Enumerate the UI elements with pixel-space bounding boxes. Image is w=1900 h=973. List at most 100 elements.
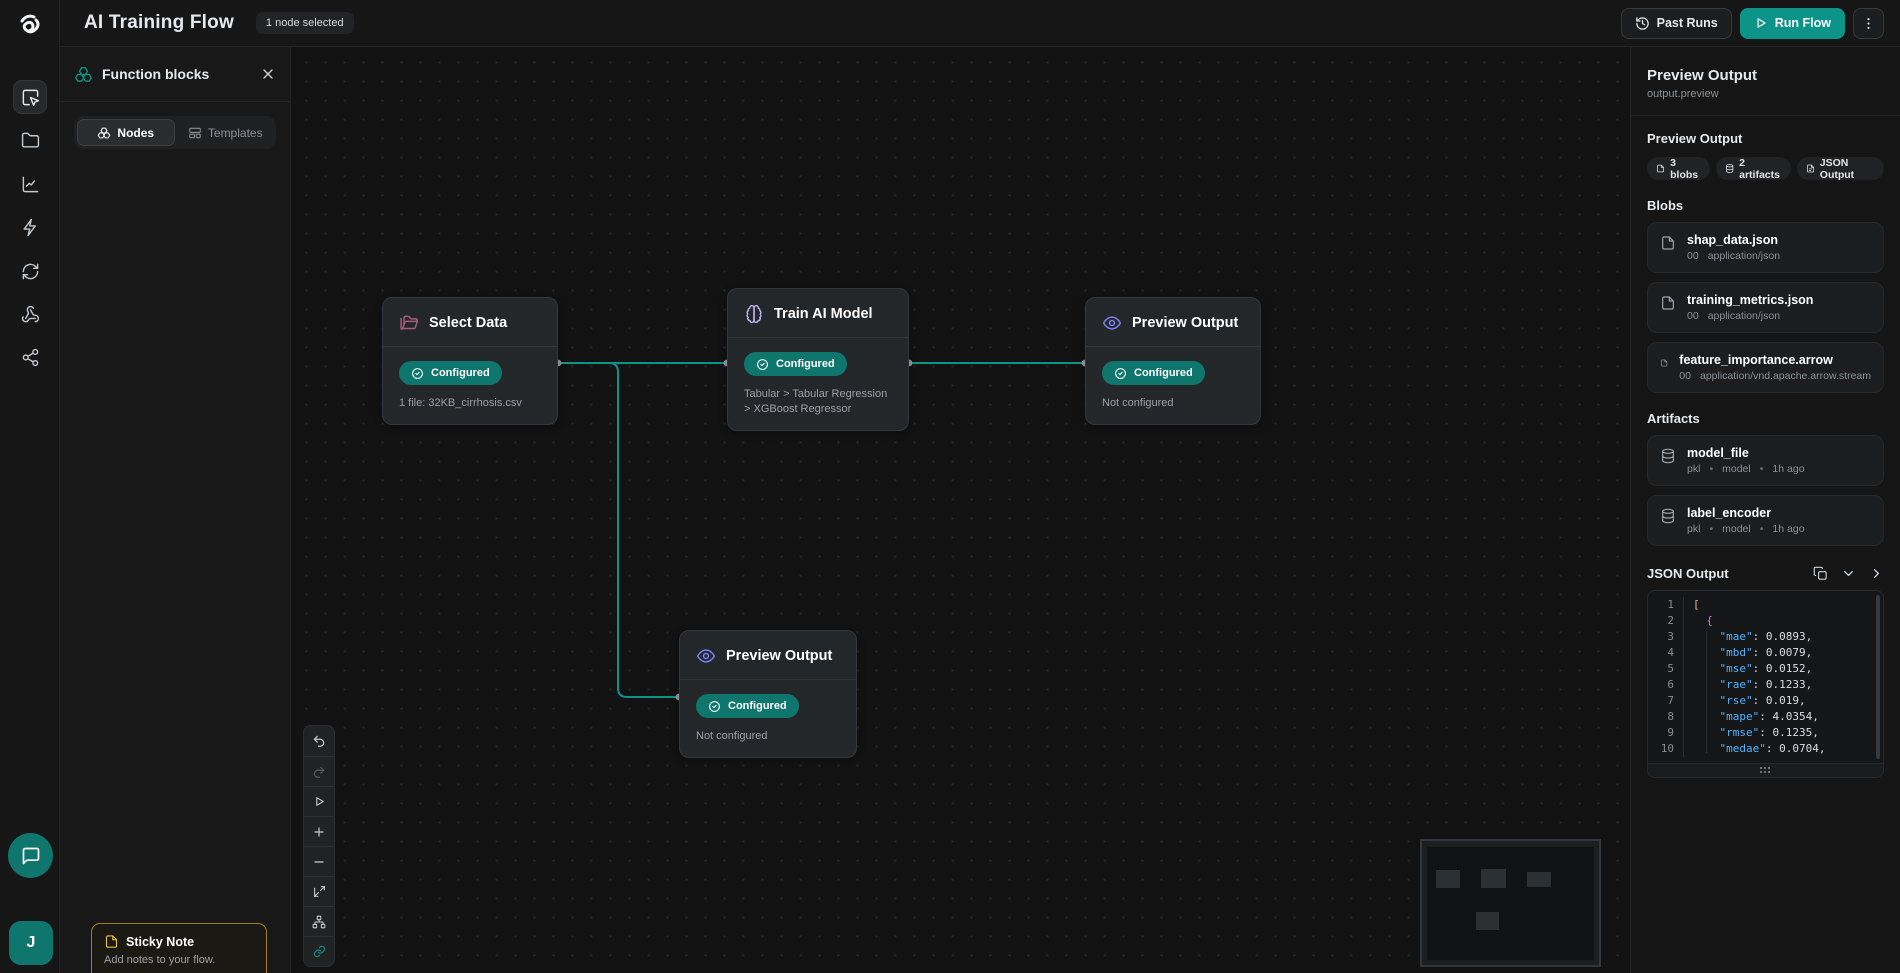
inspector-panel: Preview Output output.preview Preview Ou… (1630, 47, 1900, 973)
node-preview-output-bottom[interactable]: Preview Output Configured Not configured (679, 630, 857, 758)
status-badge: Configured (399, 361, 502, 385)
sticky-note-text: Add notes to your flow. (104, 954, 254, 966)
file-icon (1660, 295, 1676, 311)
code-line: "medae": 0.0704, (1693, 741, 1883, 757)
line-number: 1 (1648, 597, 1674, 613)
line-chart-icon (21, 175, 40, 194)
page-title: AI Training Flow (84, 12, 234, 34)
collapse-json-button[interactable] (1841, 566, 1856, 581)
rail-item-select[interactable] (13, 80, 47, 114)
inspector-subtitle: output.preview (1647, 88, 1884, 100)
json-output-pill[interactable]: JSON Output (1797, 157, 1884, 180)
rail-item-actions[interactable] (13, 210, 47, 244)
close-icon[interactable] (260, 66, 276, 82)
code-gutter: 12345678910 (1648, 597, 1684, 757)
node-title: Train AI Model (774, 306, 873, 322)
json-output-heading: JSON Output (1647, 566, 1813, 581)
file-icon (1656, 163, 1665, 174)
artifact-age: 1h ago (1772, 463, 1804, 475)
edge-select-to-preview-bottom[interactable] (558, 363, 679, 697)
past-runs-button[interactable]: Past Runs (1621, 8, 1732, 39)
tab-nodes[interactable]: Nodes (77, 119, 175, 146)
node-select-data[interactable]: Select Data Configured 1 file: 32KB_cirr… (382, 297, 558, 425)
status-badge: Configured (744, 352, 847, 376)
node-detail: Not configured (1102, 396, 1244, 411)
artifact-kind: model (1722, 463, 1751, 475)
flow-canvas[interactable]: Select Data Configured 1 file: 32KB_cirr… (291, 47, 1630, 973)
fit-view-button[interactable] (304, 876, 334, 906)
maximize-icon (313, 885, 326, 898)
sticky-note-template[interactable]: Sticky Note Add notes to your flow. (91, 923, 267, 973)
zoom-in-button[interactable] (304, 816, 334, 846)
sticky-note-title: Sticky Note (126, 935, 194, 949)
link-button[interactable] (304, 936, 334, 966)
section-title: Preview Output (1647, 131, 1884, 146)
minimap-viewport (1427, 847, 1594, 960)
blobs-count-pill[interactable]: 3 blobs (1647, 157, 1710, 180)
file-icon (1660, 235, 1676, 251)
code-lines[interactable]: [ { "mae": 0.0893, "mbd": 0.0079, "mse":… (1684, 597, 1883, 757)
check-circle-icon (756, 358, 769, 371)
line-number: 4 (1648, 645, 1674, 661)
open-json-button[interactable] (1869, 566, 1884, 581)
sticky-note-icon (104, 934, 119, 949)
node-train-ai-model[interactable]: Train AI Model Configured Tabular > Tabu… (727, 288, 909, 431)
tab-templates[interactable]: Templates (178, 119, 274, 146)
rail-item-files[interactable] (13, 123, 47, 157)
templates-icon (188, 126, 202, 140)
rail-item-share[interactable] (13, 340, 47, 374)
node-detail: Not configured (696, 729, 840, 744)
run-flow-button[interactable]: Run Flow (1740, 8, 1845, 39)
line-number: 2 (1648, 613, 1674, 629)
redo-button[interactable] (304, 756, 334, 786)
code-scrollbar[interactable] (1876, 595, 1880, 759)
chat-button[interactable] (8, 833, 53, 878)
blob-card[interactable]: shap_data.json 00application/json (1647, 222, 1884, 273)
rail-item-webhooks[interactable] (13, 297, 47, 331)
artifacts-count-pill[interactable]: 2 artifacts (1716, 157, 1791, 180)
node-title: Preview Output (726, 648, 832, 664)
auto-layout-button[interactable] (304, 906, 334, 936)
line-number: 9 (1648, 725, 1674, 741)
undo-button[interactable] (304, 726, 334, 756)
node-detail: 1 file: 32KB_cirrhosis.csv (399, 396, 541, 411)
line-number: 3 (1648, 629, 1674, 645)
copy-json-button[interactable] (1813, 566, 1828, 581)
indent-guide (1706, 631, 1707, 753)
minimap-node (1476, 912, 1499, 930)
artifact-card[interactable]: label_encoder pkl•model•1h ago (1647, 495, 1884, 546)
resize-handle[interactable] (1648, 763, 1883, 777)
check-circle-icon (1114, 367, 1127, 380)
folder-open-icon (399, 313, 419, 333)
webhook-icon (21, 305, 40, 324)
brain-icon (744, 304, 764, 324)
more-menu-button[interactable] (1853, 8, 1884, 39)
selection-badge: 1 node selected (256, 12, 354, 34)
refresh-icon (21, 262, 40, 281)
blob-name: feature_importance.arrow (1679, 353, 1871, 367)
status-badge: Configured (1102, 361, 1205, 385)
json-code-block: 12345678910 [ { "mae": 0.0893, "mbd": 0.… (1647, 590, 1884, 778)
node-detail: Tabular > Tabular Regression > XGBoost R… (744, 387, 892, 417)
minimap[interactable] (1420, 839, 1601, 967)
code-line: "rmse": 0.1235, (1693, 725, 1883, 741)
blob-card[interactable]: training_metrics.json 00application/json (1647, 282, 1884, 333)
rail-item-analytics[interactable] (13, 167, 47, 201)
user-avatar[interactable]: J (9, 921, 53, 965)
copy-icon (1813, 566, 1828, 581)
blob-card[interactable]: feature_importance.arrow 00application/v… (1647, 342, 1884, 393)
artifact-age: 1h ago (1772, 523, 1804, 535)
zoom-out-button[interactable] (304, 846, 334, 876)
blob-size: 00 (1687, 250, 1699, 262)
rail-item-sync[interactable] (13, 254, 47, 288)
play-button[interactable] (304, 786, 334, 816)
artifact-card[interactable]: model_file pkl•model•1h ago (1647, 435, 1884, 486)
check-circle-icon (411, 367, 424, 380)
chevron-right-icon (1869, 566, 1884, 581)
eye-icon (696, 646, 716, 666)
kebab-icon (1861, 16, 1876, 31)
code-line: { (1693, 613, 1883, 629)
blob-name: training_metrics.json (1687, 293, 1813, 307)
node-preview-output-top[interactable]: Preview Output Configured Not configured (1085, 297, 1261, 425)
artifact-type: pkl (1687, 523, 1700, 535)
